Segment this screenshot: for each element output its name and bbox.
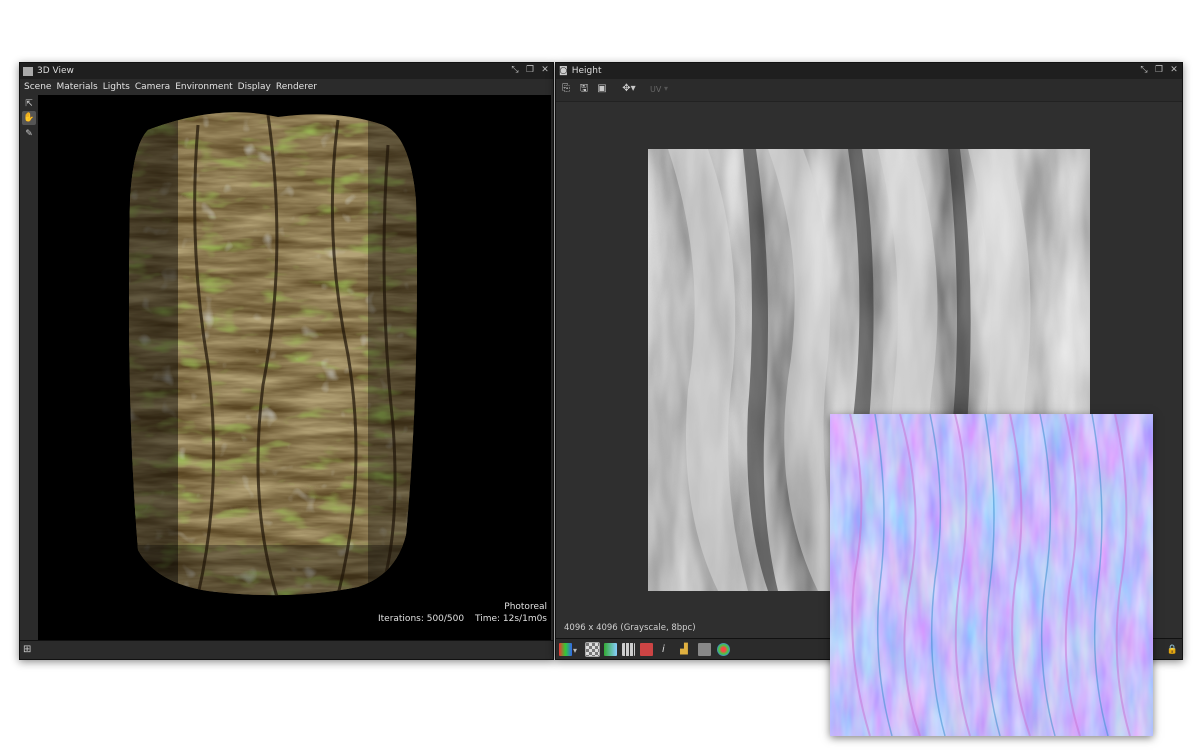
render-mode-label: Photoreal <box>504 602 547 612</box>
height-toolbar: ⎘ 🖫 ▣ ✥▾ UV ▾ <box>556 79 1182 102</box>
copy-icon[interactable]: ⎘ <box>560 83 572 95</box>
3d-view-menubar: Scene Materials Lights Camera Environmen… <box>20 79 553 95</box>
camera-icon: ◙ <box>559 66 568 76</box>
move-icon[interactable]: ✥▾ <box>620 83 638 95</box>
menu-display[interactable]: Display <box>238 82 271 92</box>
normal-map-image <box>830 414 1153 736</box>
3d-view-titlebar: 3D View ⤡ ❐ ✕ <box>20 63 553 80</box>
3d-viewport[interactable] <box>38 95 551 641</box>
lock-icon[interactable]: 🔒 <box>1167 645 1178 655</box>
normal-map-overlay <box>830 414 1153 736</box>
menu-materials[interactable]: Materials <box>56 82 97 92</box>
checker-icon[interactable] <box>585 642 600 657</box>
tile-off-icon[interactable] <box>640 643 653 656</box>
color-picker-icon[interactable] <box>698 643 711 656</box>
time-label: Time: 12s/1m0s <box>475 614 547 624</box>
bark-cylinder-render <box>129 112 417 596</box>
float-icon[interactable]: ❐ <box>524 65 536 76</box>
uv-label[interactable]: UV <box>650 85 661 94</box>
cube-icon <box>23 66 33 76</box>
info-icon[interactable]: i <box>662 644 665 655</box>
menu-renderer[interactable]: Renderer <box>276 82 317 92</box>
hand-icon[interactable]: ✋ <box>22 111 36 125</box>
render-info: Photoreal Iterations: 500/500 Time: 12s/… <box>378 601 547 625</box>
height-titlebar: ◙ Height ⤡ ❐ ✕ <box>556 63 1182 80</box>
pin-icon[interactable]: ⤡ <box>509 65 521 76</box>
uv-dropdown-icon[interactable]: ▾ <box>664 84 668 93</box>
3d-view-title: 3D View <box>37 66 74 76</box>
image-info-label: 4096 x 4096 (Grayscale, 8bpc) <box>564 623 696 633</box>
height-title: Height <box>571 66 602 76</box>
light-picker-icon[interactable]: ✎ <box>22 127 36 141</box>
close-icon[interactable]: ✕ <box>1168 65 1180 76</box>
histogram-icon[interactable]: ▟ <box>680 644 688 655</box>
menu-lights[interactable]: Lights <box>103 82 130 92</box>
screenshot-icon[interactable]: ▣ <box>596 83 608 95</box>
scene-tree-icon[interactable]: ⊞ <box>23 644 31 655</box>
channel-dropdown-icon[interactable]: ▾ <box>573 646 577 655</box>
save-icon[interactable]: 🖫 <box>578 83 590 95</box>
color-channel-icon[interactable] <box>559 643 572 656</box>
gradient-icon[interactable] <box>604 643 617 656</box>
menu-environment[interactable]: Environment <box>175 82 232 92</box>
pin-icon[interactable]: ⤡ <box>1138 65 1150 76</box>
rgb-icon[interactable] <box>717 643 730 656</box>
menu-camera[interactable]: Camera <box>135 82 170 92</box>
iterations-label: Iterations: 500/500 <box>377 614 465 624</box>
grid-icon[interactable] <box>622 643 635 656</box>
menu-scene[interactable]: Scene <box>24 82 51 92</box>
export-icon[interactable]: ⇱ <box>22 97 36 111</box>
close-icon[interactable]: ✕ <box>539 65 551 76</box>
3d-view-panel: 3D View ⤡ ❐ ✕ Scene Materials Lights Cam… <box>19 62 554 660</box>
float-icon[interactable]: ❐ <box>1153 65 1165 76</box>
3d-view-statusbar: ⊞ <box>20 640 553 659</box>
